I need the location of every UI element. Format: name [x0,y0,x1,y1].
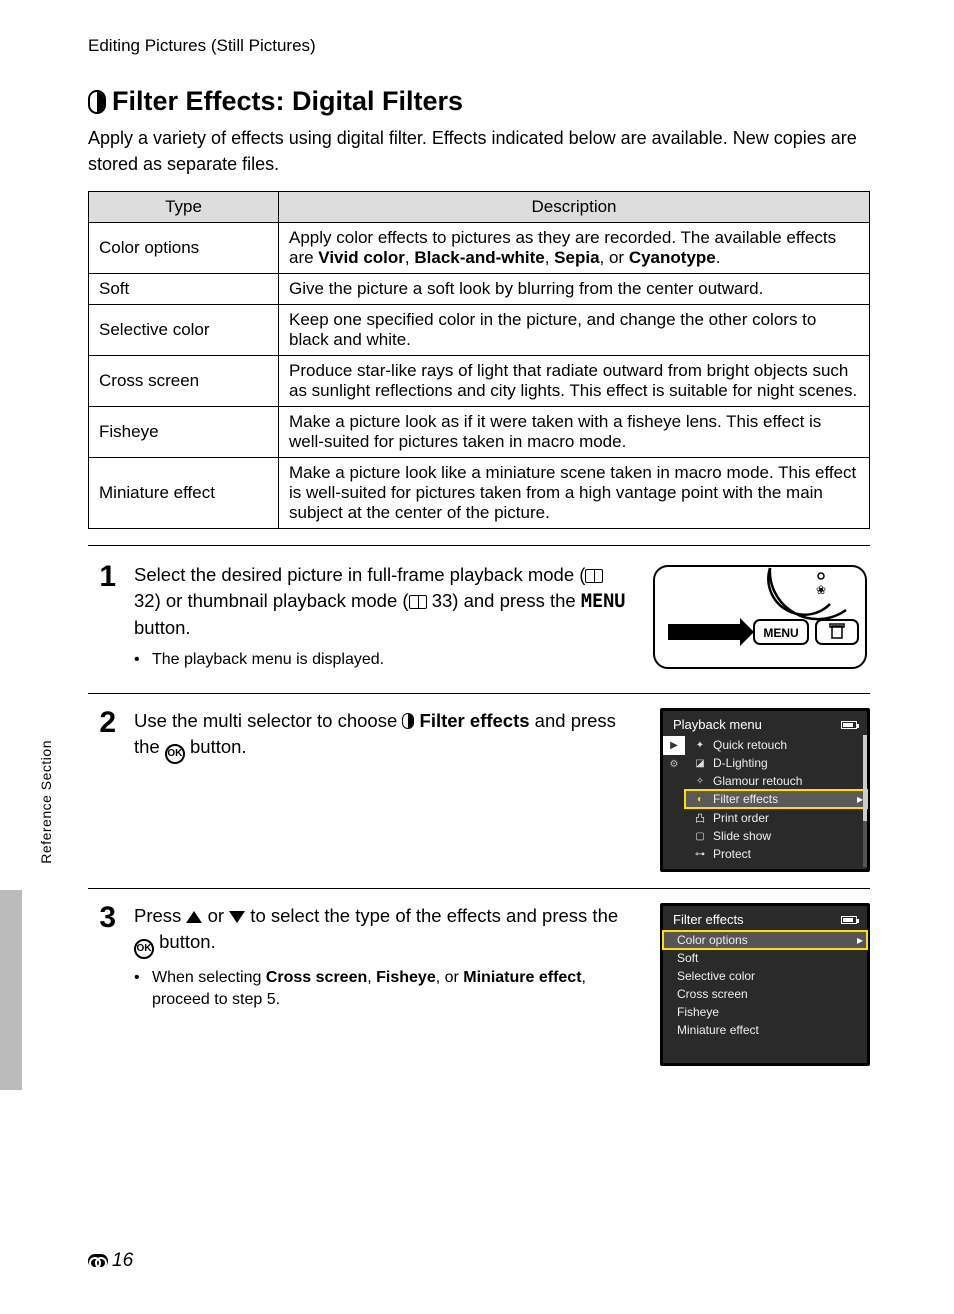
slideshow-icon: ▢ [693,831,707,842]
step-bullet: The playback menu is displayed. [134,649,632,671]
page-number: 16 [112,1250,133,1272]
effects-table: Type Description Color options Apply col… [88,191,870,529]
menu-item-print-order[interactable]: 凸Print order [685,808,867,827]
table-row: Selective color Keep one specified color… [89,305,870,356]
filter-icon: ◐ [693,794,707,805]
menu-item-slide-show[interactable]: ▢Slide show [685,827,867,845]
intro-text: Apply a variety of effects using digital… [88,125,870,177]
step-bullet: When selecting Cross screen, Fisheye, or… [134,967,642,1012]
retouch-icon: ✦ [693,740,707,751]
menu-item-protect[interactable]: ⊶Protect [685,845,867,863]
arrow-up-icon [186,911,202,923]
menu-item-blank [663,1039,867,1057]
step-instruction: Select the desired picture in full-frame… [134,562,632,641]
sidebar-tab-playback: ▶ [663,736,685,755]
cell-type: Fisheye [89,407,279,458]
scrollbar[interactable] [863,735,867,867]
cell-type: Soft [89,274,279,305]
print-icon: 凸 [693,810,707,825]
menu-item-filter-effects[interactable]: ◐Filter effects [685,790,867,808]
menu-item-glamour-retouch[interactable]: ✧Glamour retouch [685,772,867,790]
step: 2 Use the multi selector to choose Filte… [88,708,870,889]
lcd-title-text: Filter effects [673,912,744,927]
side-tab: Reference Section [38,740,54,864]
page-footer: 16 [88,1250,133,1272]
menu-item-color-options[interactable]: Color options [663,931,867,949]
step: 3 Press or to select the type of the eff… [88,903,870,1082]
step-instruction: Press or to select the type of the effec… [134,903,642,959]
breadcrumb: Editing Pictures (Still Pictures) [88,36,870,56]
sidebar-tab-setup: ⚙ [663,755,685,774]
menu-item-soft[interactable]: Soft [663,949,867,967]
cell-type: Cross screen [89,356,279,407]
cell-type: Miniature effect [89,458,279,529]
step-number: 2 [88,708,116,738]
side-margin-indicator [0,890,22,1090]
step-number: 3 [88,903,116,933]
manual-ref-icon [409,595,427,609]
table-row: Cross screen Produce star-like rays of l… [89,356,870,407]
menu-item-fisheye[interactable]: Fisheye [663,1003,867,1021]
ok-button-icon: OK [134,939,154,959]
lcd-menu-list: Color options Soft Selective color Cross… [663,931,867,1057]
cell-type: Selective color [89,305,279,356]
th-type: Type [89,192,279,223]
cell-desc: Give the picture a soft look by blurring… [279,274,870,305]
lcd-filter-effects: Filter effects Color options Soft Select… [660,903,870,1066]
ok-button-icon: OK [165,744,185,764]
lcd-playback-menu: Playback menu ▶ ⚙ ✦Quick retouch ◪D-Ligh… [660,708,870,872]
table-row: Soft Give the picture a soft look by blu… [89,274,870,305]
svg-text:❀: ❀ [816,583,826,597]
glamour-icon: ✧ [693,776,707,787]
arrow-down-icon [229,911,245,923]
menu-item-quick-retouch[interactable]: ✦Quick retouch [685,736,867,754]
table-row: Miniature effect Make a picture look lik… [89,458,870,529]
cell-desc: Produce star-like rays of light that rad… [279,356,870,407]
protect-icon: ⊶ [693,849,707,860]
cell-desc: Make a picture look as if it were taken … [279,407,870,458]
dlighting-icon: ◪ [693,758,707,769]
table-row: Fisheye Make a picture look as if it wer… [89,407,870,458]
menu-item-d-lighting[interactable]: ◪D-Lighting [685,754,867,772]
manual-ref-icon [585,569,603,583]
filter-icon [402,713,414,729]
battery-icon [841,721,857,729]
cell-desc: Keep one specified color in the picture,… [279,305,870,356]
lcd-menu-list: ✦Quick retouch ◪D-Lighting ✧Glamour reto… [685,736,867,863]
cell-desc: Make a picture look like a miniature sce… [279,458,870,529]
cell-type: Color options [89,223,279,274]
menu-item-miniature-effect[interactable]: Miniature effect [663,1021,867,1039]
divider [88,545,870,546]
step-instruction: Use the multi selector to choose Filter … [134,708,642,764]
page-title: Filter Effects: Digital Filters [88,86,870,117]
th-description: Description [279,192,870,223]
step: 1 Select the desired picture in full-fra… [88,562,870,694]
lcd-title-text: Playback menu [673,717,762,732]
battery-icon [841,916,857,924]
menu-item-cross-screen[interactable]: Cross screen [663,985,867,1003]
heading-text: Filter Effects: Digital Filters [112,86,463,117]
filter-icon [88,90,106,114]
table-row: Color options Apply color effects to pic… [89,223,870,274]
lcd-sidebar: ▶ ⚙ [663,736,685,863]
step-number: 1 [88,562,116,592]
cell-desc: Apply color effects to pictures as they … [279,223,870,274]
diagram-menu-label: MENU [763,626,798,640]
reference-section-icon [88,1254,108,1268]
camera-diagram: ❀ MENU [650,562,870,677]
menu-item-selective-color[interactable]: Selective color [663,967,867,985]
menu-button-label: MENU [581,591,626,612]
